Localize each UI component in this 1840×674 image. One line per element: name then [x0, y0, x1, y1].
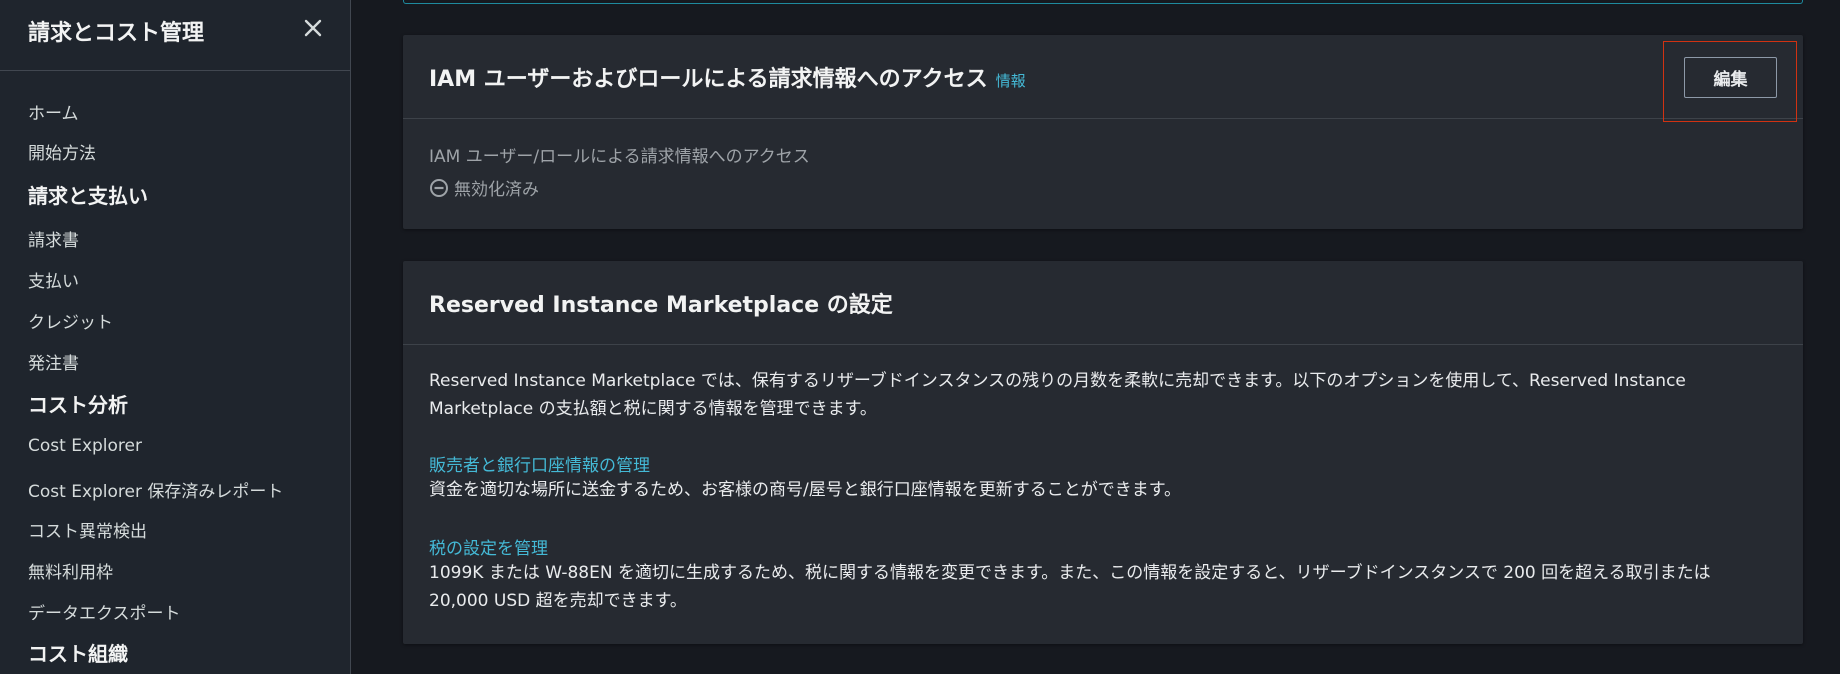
sidebar-item-getting-started[interactable]: 開始方法: [28, 139, 96, 164]
ri-panel-description: Reserved Instance Marketplace では、保有するリザー…: [429, 371, 1686, 419]
sidebar-title: 請求とコスト管理: [28, 21, 205, 46]
close-icon[interactable]: [299, 14, 327, 42]
ri-marketplace-panel: Reserved Instance Marketplace の設定 Reserv…: [403, 261, 1803, 644]
iam-access-status-text: 無効化済み: [454, 180, 539, 200]
sidebar-item-free-tier[interactable]: 無料利用枠: [28, 558, 113, 583]
edit-button[interactable]: 編集: [1684, 57, 1777, 98]
sidebar-section-cost-analysis: コスト分析: [28, 393, 128, 417]
iam-access-status: 無効化済み: [429, 175, 539, 200]
sidebar-section-billing: 請求と支払い: [28, 184, 148, 208]
sidebar-item-cost-explorer[interactable]: Cost Explorer: [28, 436, 142, 456]
iam-access-panel: IAM ユーザーおよびロールによる請求情報へのアクセス 情報 編集 IAM ユーザ…: [403, 35, 1803, 229]
disabled-status-icon: [430, 178, 448, 197]
ri-panel-title: Reserved Instance Marketplace の設定: [429, 293, 893, 318]
tax-settings-link[interactable]: 税の設定を管理: [429, 534, 548, 559]
iam-panel-title-text: IAM ユーザーおよびロールによる請求情報へのアクセス: [429, 67, 988, 92]
sidebar-header: 請求とコスト管理: [0, 0, 350, 71]
sidebar-item-payments[interactable]: 支払い: [28, 267, 79, 292]
seller-bank-info-link[interactable]: 販売者と銀行口座情報の管理: [429, 451, 650, 476]
tax-settings-description: 1099K または W-88EN を適切に生成するため、税に関する情報を変更でき…: [429, 563, 1711, 611]
sidebar-section-cost-organization: コスト組織: [28, 642, 128, 666]
sidebar: 請求とコスト管理 ホーム 開始方法 請求と支払い 請求書 支払い クレジット 発…: [0, 0, 351, 674]
iam-panel-title: IAM ユーザーおよびロールによる請求情報へのアクセス 情報: [429, 61, 1026, 93]
sidebar-item-credits[interactable]: クレジット: [28, 308, 113, 333]
iam-access-field-label: IAM ユーザー/ロールによる請求情報へのアクセス: [429, 147, 810, 167]
iam-panel-header: IAM ユーザーおよびロールによる請求情報へのアクセス 情報 編集: [403, 35, 1803, 122]
sidebar-item-home[interactable]: ホーム: [28, 99, 79, 124]
sidebar-item-data-exports[interactable]: データエクスポート: [28, 599, 181, 624]
sidebar-item-purchase-orders[interactable]: 発注書: [28, 349, 79, 374]
info-link[interactable]: 情報: [996, 72, 1026, 90]
sidebar-item-cost-explorer-saved-reports[interactable]: Cost Explorer 保存済みレポート: [28, 477, 283, 502]
sidebar-item-cost-anomaly-detection[interactable]: コスト異常検出: [28, 517, 147, 542]
ri-panel-header: Reserved Instance Marketplace の設定: [403, 261, 1803, 345]
sidebar-item-bills[interactable]: 請求書: [28, 226, 79, 251]
previous-panel-edge: [403, 0, 1803, 4]
seller-bank-info-description: 資金を適切な場所に送金するため、お客様の商号/屋号と銀行口座情報を更新することが…: [429, 480, 1182, 500]
